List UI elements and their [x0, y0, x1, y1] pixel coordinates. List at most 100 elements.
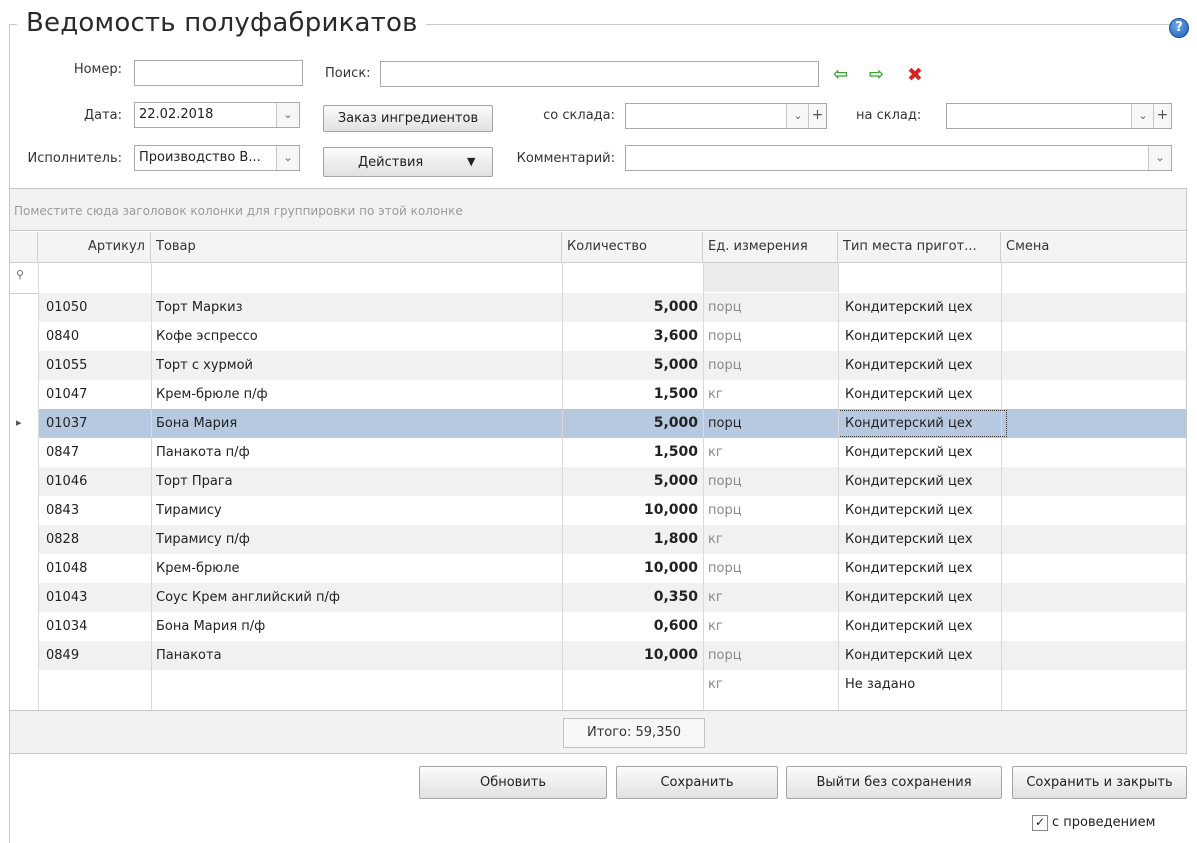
cell-product[interactable]: Торт Прага: [156, 467, 556, 496]
cell-shift[interactable]: [1006, 525, 1181, 554]
add-icon[interactable]: +: [1153, 104, 1171, 128]
help-icon[interactable]: ?: [1169, 18, 1189, 38]
cell-unit[interactable]: порц: [708, 409, 833, 438]
cell-article[interactable]: 0828: [46, 525, 146, 554]
column-header-product[interactable]: Товар: [151, 232, 562, 262]
number-input[interactable]: [134, 60, 303, 86]
cell-place-type[interactable]: Кондитерский цех: [845, 612, 1000, 641]
cell-unit[interactable]: кг: [708, 583, 833, 612]
cell-product[interactable]: Тирамису п/ф: [156, 525, 556, 554]
chevron-down-icon[interactable]: ⌄: [276, 146, 299, 170]
table-row[interactable]: 01037 Бона Мария 5,000 порц Кондитерский цех: [38, 409, 1186, 438]
search-input[interactable]: [380, 61, 819, 87]
cell-place-type[interactable]: Кондитерский цех: [837, 409, 1008, 438]
cell-place-type[interactable]: Кондитерский цех: [845, 496, 1000, 525]
order-ingredients-button[interactable]: Заказ ингредиентов: [323, 105, 493, 132]
cell-place-type[interactable]: Кондитерский цех: [845, 525, 1000, 554]
cell-product[interactable]: [156, 670, 556, 699]
cell-quantity[interactable]: 1,800: [562, 525, 698, 554]
cell-shift[interactable]: [1006, 496, 1181, 525]
add-icon[interactable]: +: [808, 104, 826, 128]
column-header-place-type[interactable]: Тип места пригот...: [838, 232, 1001, 262]
cell-article[interactable]: 01048: [46, 554, 146, 583]
cell-unit[interactable]: порц: [708, 641, 833, 670]
column-header-shift[interactable]: Смена: [1001, 232, 1186, 262]
date-field[interactable]: 22.02.2018 ⌄: [134, 102, 300, 128]
actions-button[interactable]: Действия ▼: [323, 147, 493, 177]
table-row[interactable]: 01043 Соус Крем английский п/ф 0,350 кг Конд…: [38, 583, 1186, 612]
save-and-close-button[interactable]: Сохранить и закрыть: [1012, 766, 1187, 799]
save-button[interactable]: Сохранить: [616, 766, 778, 799]
table-row[interactable]: 01047 Крем-брюле п/ф 1,500 кг Кондитерский ц…: [38, 380, 1186, 409]
cell-product[interactable]: Тирамису: [156, 496, 556, 525]
cell-product[interactable]: Крем-брюле п/ф: [156, 380, 556, 409]
cell-shift[interactable]: [1006, 670, 1181, 699]
cell-article[interactable]: 01050: [46, 293, 146, 322]
table-row[interactable]: 0828 Тирамису п/ф 1,800 кг Кондитерский цех: [38, 525, 1186, 554]
cell-product[interactable]: Бона Мария: [156, 409, 556, 438]
prev-arrow-icon[interactable]: ⇦: [833, 66, 848, 84]
cell-article[interactable]: 01055: [46, 351, 146, 380]
chevron-down-icon[interactable]: ⌄: [1148, 146, 1171, 170]
cell-unit[interactable]: порц: [708, 322, 833, 351]
cell-article[interactable]: 01047: [46, 380, 146, 409]
cell-place-type[interactable]: Кондитерский цех: [845, 380, 1000, 409]
cell-quantity[interactable]: 10,000: [562, 641, 698, 670]
cell-quantity[interactable]: 5,000: [562, 409, 698, 438]
cell-shift[interactable]: [1006, 641, 1181, 670]
cell-article[interactable]: 0843: [46, 496, 146, 525]
cell-unit[interactable]: порц: [708, 351, 833, 380]
cell-article[interactable]: 0840: [46, 322, 146, 351]
cell-article[interactable]: 0849: [46, 641, 146, 670]
cell-article[interactable]: [46, 670, 146, 699]
cell-quantity[interactable]: 5,000: [562, 351, 698, 380]
cell-product[interactable]: Торт с хурмой: [156, 351, 556, 380]
cell-shift[interactable]: [1006, 612, 1181, 641]
cell-unit[interactable]: кг: [708, 380, 833, 409]
cell-quantity[interactable]: 0,600: [562, 612, 698, 641]
cell-quantity[interactable]: 1,500: [562, 438, 698, 467]
cell-shift[interactable]: [1006, 467, 1181, 496]
chevron-down-icon[interactable]: ⌄: [276, 103, 299, 127]
cell-quantity[interactable]: [562, 670, 698, 699]
filter-cell-unit[interactable]: [703, 263, 838, 292]
cell-place-type[interactable]: Кондитерский цех: [845, 293, 1000, 322]
next-arrow-icon[interactable]: ⇨: [869, 66, 884, 84]
posting-checkbox[interactable]: ✓: [1032, 815, 1048, 831]
cell-place-type[interactable]: Кондитерский цех: [845, 351, 1000, 380]
cell-place-type[interactable]: Кондитерский цех: [845, 583, 1000, 612]
cell-article[interactable]: 0847: [46, 438, 146, 467]
cell-product[interactable]: Бона Мария п/ф: [156, 612, 556, 641]
cell-unit[interactable]: порц: [708, 496, 833, 525]
cell-place-type[interactable]: Не задано: [845, 670, 1000, 699]
cell-quantity[interactable]: 5,000: [562, 293, 698, 322]
table-row[interactable]: 01055 Торт с хурмой 5,000 порц Кондитерский …: [38, 351, 1186, 380]
cell-unit[interactable]: кг: [708, 438, 833, 467]
cell-unit[interactable]: порц: [708, 293, 833, 322]
table-row[interactable]: 0847 Панакота п/ф 1,500 кг Кондитерский цех: [38, 438, 1186, 467]
cell-shift[interactable]: [1006, 380, 1181, 409]
cell-unit[interactable]: кг: [708, 670, 833, 699]
table-row[interactable]: 01048 Крем-брюле 10,000 порц Кондитерский це…: [38, 554, 1186, 583]
cell-product[interactable]: Крем-брюле: [156, 554, 556, 583]
posting-label[interactable]: с проведением: [1052, 815, 1155, 830]
chevron-down-icon[interactable]: ⌄: [1131, 104, 1154, 128]
cell-place-type[interactable]: Кондитерский цех: [845, 641, 1000, 670]
cell-place-type[interactable]: Кондитерский цех: [845, 438, 1000, 467]
cell-product[interactable]: Панакота п/ф: [156, 438, 556, 467]
cell-article[interactable]: 01046: [46, 467, 146, 496]
refresh-button[interactable]: Обновить: [419, 766, 607, 799]
to-store-select[interactable]: ⌄ +: [946, 103, 1172, 129]
cell-shift[interactable]: [1006, 293, 1181, 322]
chevron-down-icon[interactable]: ⌄: [786, 104, 809, 128]
exit-without-save-button[interactable]: Выйти без сохранения: [786, 766, 1002, 799]
cell-article[interactable]: 01043: [46, 583, 146, 612]
table-row[interactable]: кг Не задано: [38, 670, 1186, 699]
cell-article[interactable]: 01034: [46, 612, 146, 641]
column-header-article[interactable]: Артикул: [38, 232, 151, 262]
cell-quantity[interactable]: 10,000: [562, 496, 698, 525]
cell-quantity[interactable]: 0,350: [562, 583, 698, 612]
table-row[interactable]: 01050 Торт Маркиз 5,000 порц Кондитерский це…: [38, 293, 1186, 322]
cell-shift[interactable]: [1006, 322, 1181, 351]
cell-unit[interactable]: кг: [708, 525, 833, 554]
